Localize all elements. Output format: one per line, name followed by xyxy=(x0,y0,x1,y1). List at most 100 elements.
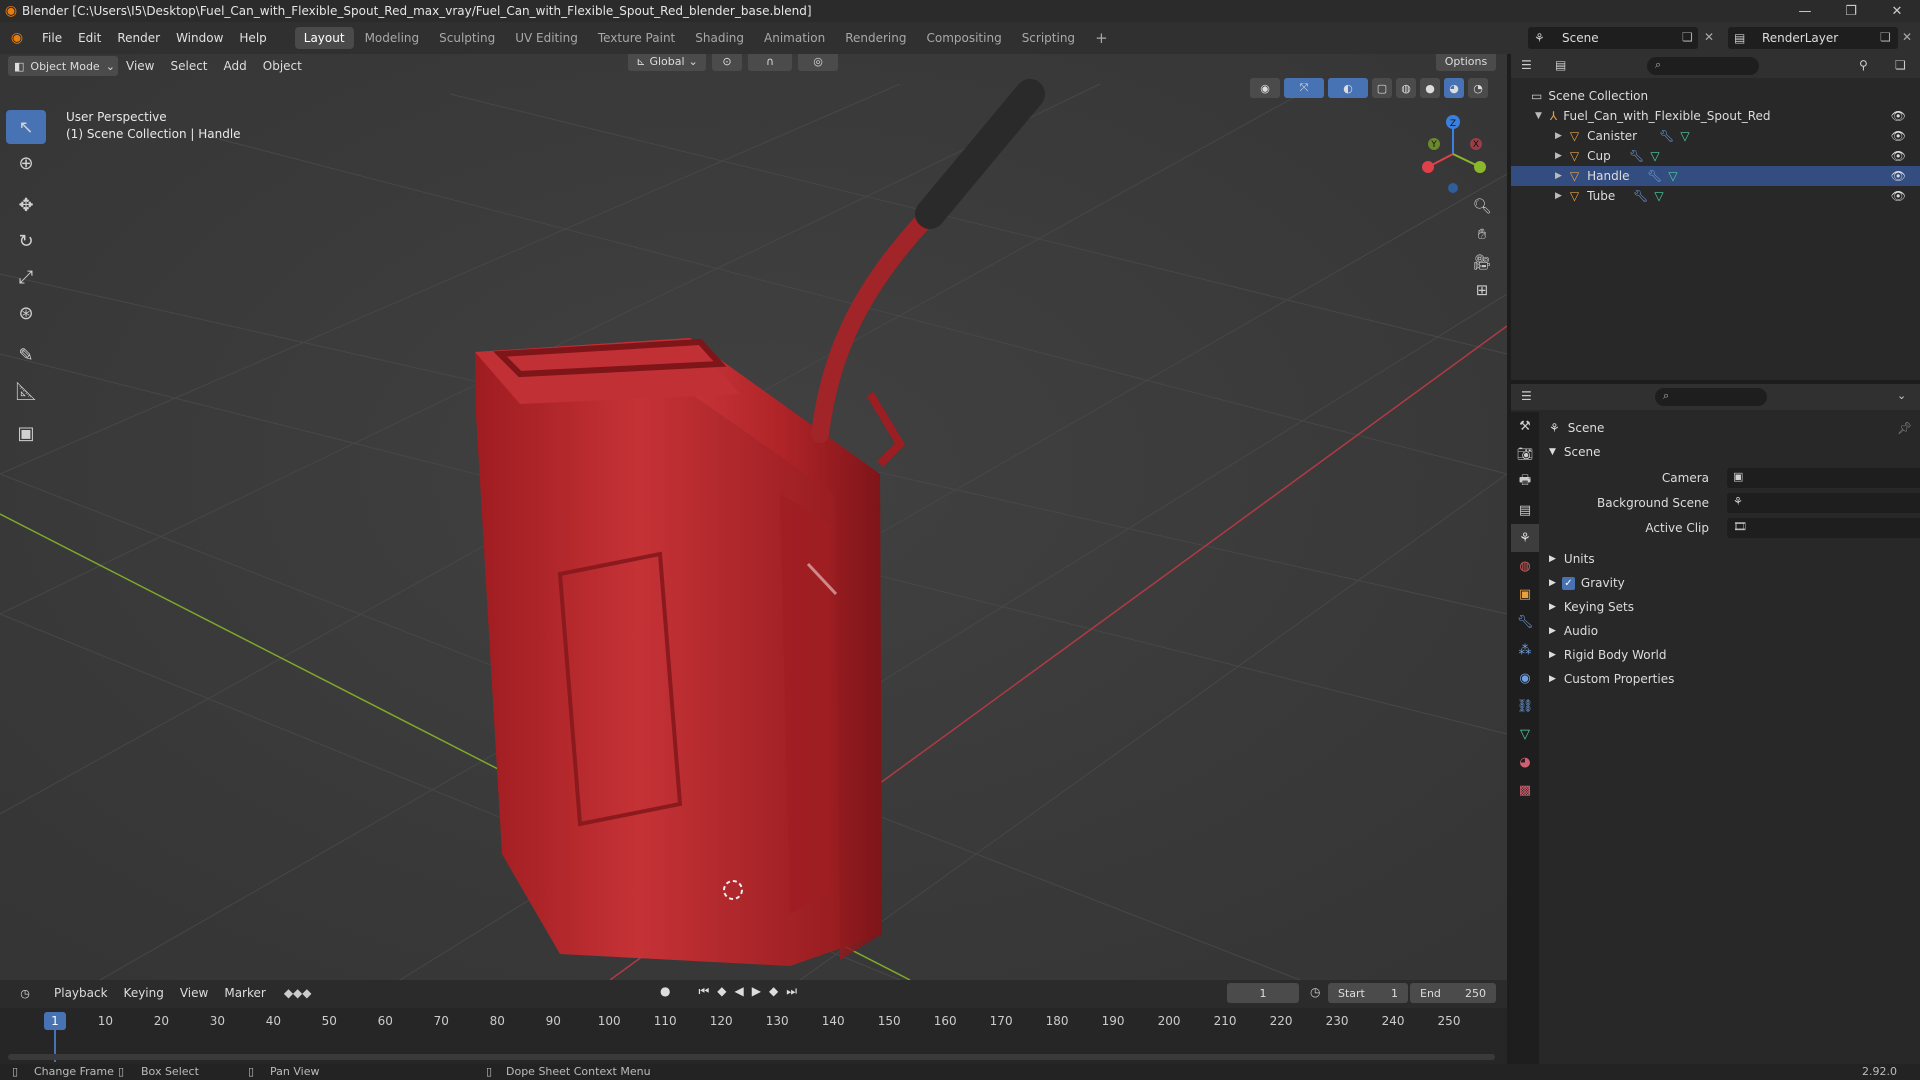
subpanel-audio[interactable]: ▶ Audio xyxy=(1549,621,1598,641)
stopwatch-icon[interactable]: ◷ xyxy=(1310,985,1320,999)
visibility-eye-icon[interactable]: 👁︎ xyxy=(1891,169,1906,183)
delete-scene-icon[interactable]: ✕ xyxy=(1704,30,1714,44)
scene-selector[interactable]: Scene xyxy=(1528,27,1698,49)
data-tab-icon[interactable]: ▽ xyxy=(1511,720,1539,748)
particles-tab-icon[interactable]: ⁂ xyxy=(1511,636,1539,664)
subpanel-rigid-body-world[interactable]: ▶ Rigid Body World xyxy=(1549,645,1666,665)
zoom-icon[interactable]: 🔍︎ xyxy=(1468,192,1496,220)
scene-tab-icon[interactable]: ⚘ xyxy=(1511,524,1539,552)
menu-help[interactable]: Help xyxy=(231,22,274,54)
solid-shading-icon[interactable]: ● xyxy=(1420,78,1440,98)
start-frame-field[interactable]: Start 1 xyxy=(1328,983,1408,1003)
subpanel-gravity[interactable]: ▶ ✓ Gravity xyxy=(1549,573,1625,593)
properties-editor-icon[interactable]: ☰ xyxy=(1521,389,1532,403)
background-scene-field[interactable]: ⚘ xyxy=(1727,493,1920,513)
xray-toggle-icon[interactable]: ▢ xyxy=(1372,78,1392,98)
timeline-area[interactable]: 1 10 20 30 40 50 60 70 80 90 100 110 120 130 140 150 160… xyxy=(0,1008,1507,1064)
new-scene-icon[interactable]: ❏ xyxy=(1682,30,1693,44)
outliner-row-tube[interactable]: ▶ ▽ Tube 🔧︎ ▽ 👁︎ xyxy=(1511,186,1920,206)
menu-edit[interactable]: Edit xyxy=(70,22,109,54)
tab-layout[interactable]: Layout xyxy=(294,27,354,49)
options-dropdown[interactable]: Options xyxy=(1436,54,1496,71)
subpanel-keying-sets[interactable]: ▶ Keying Sets xyxy=(1549,597,1634,617)
tab-uv-editing[interactable]: UV Editing xyxy=(506,27,587,49)
viewport-menu-object[interactable]: Object xyxy=(255,55,310,77)
render-tab-icon[interactable]: 📷︎ xyxy=(1511,440,1539,468)
new-collection-icon[interactable]: ❏ xyxy=(1895,58,1906,72)
chevron-down-icon[interactable]: ⌄ xyxy=(1897,389,1906,402)
tab-shading[interactable]: Shading xyxy=(686,27,753,49)
display-mode-icon[interactable]: ▤ xyxy=(1555,58,1566,72)
timeline-menu-keying[interactable]: Keying xyxy=(116,982,172,1004)
rotate-tool-icon[interactable]: ↻ xyxy=(6,224,46,258)
jump-end-icon[interactable]: ⏭ xyxy=(786,984,797,999)
visibility-eye-icon[interactable]: 👁︎ xyxy=(1891,189,1906,203)
timeline-menu-marker[interactable]: Marker xyxy=(216,982,273,1004)
expand-arrow-icon[interactable]: ▼ xyxy=(1535,111,1542,121)
prev-keyframe-icon[interactable]: ◆ xyxy=(717,984,726,999)
tab-compositing[interactable]: Compositing xyxy=(917,27,1010,49)
tab-scripting[interactable]: Scripting xyxy=(1013,27,1084,49)
material-tab-icon[interactable]: ◕ xyxy=(1511,748,1539,776)
close-button[interactable]: ✕ xyxy=(1874,0,1920,22)
expand-arrow-icon[interactable]: ▶ xyxy=(1555,191,1562,201)
overlay-toggle-icon[interactable]: ◐ xyxy=(1328,78,1368,98)
visibility-eye-icon[interactable]: 👁︎ xyxy=(1891,109,1906,123)
texture-tab-icon[interactable]: ▩ xyxy=(1511,776,1539,804)
outliner-row-handle[interactable]: ▶ ▽ Handle 🔧︎ ▽ 👁︎ xyxy=(1511,166,1920,186)
measure-tool-icon[interactable]: 📐︎ xyxy=(6,374,46,408)
outliner-editor-icon[interactable]: ☰ xyxy=(1521,58,1532,72)
next-keyframe-icon[interactable]: ◆ xyxy=(769,984,778,999)
play-reverse-icon[interactable]: ◀ xyxy=(735,984,744,999)
scene-panel-header[interactable]: ▼ Scene xyxy=(1549,442,1601,462)
add-cube-tool-icon[interactable]: ▣ xyxy=(6,416,46,450)
navigation-gizmo[interactable]: Z X Y xyxy=(1418,114,1488,194)
play-icon[interactable]: ▶ xyxy=(752,984,761,999)
viewport-menu-view[interactable]: View xyxy=(118,55,162,77)
gizmo-toggle-icon[interactable]: ⤧ xyxy=(1284,78,1324,98)
cursor-tool-icon[interactable]: ⊕ xyxy=(6,146,46,180)
keyframe-buttons-icon[interactable]: ◆◆◆ xyxy=(284,986,312,1000)
timeline-editor-icon[interactable]: ◷ xyxy=(10,983,40,1003)
delete-render-layer-icon[interactable]: ✕ xyxy=(1902,30,1912,44)
select-box-tool-icon[interactable]: ↖ xyxy=(6,110,46,144)
subpanel-custom-properties[interactable]: ▶ Custom Properties xyxy=(1549,669,1674,689)
visibility-eye-icon[interactable]: 👁︎ xyxy=(1891,149,1906,163)
world-tab-icon[interactable]: ◍ xyxy=(1511,552,1539,580)
active-clip-field[interactable]: 🎞︎ xyxy=(1727,518,1920,538)
menu-render[interactable]: Render xyxy=(109,22,168,54)
timeline-menu-playback[interactable]: Playback xyxy=(46,982,116,1004)
outliner-search-input[interactable]: ⌕ xyxy=(1647,57,1759,75)
tab-sculpting[interactable]: Sculpting xyxy=(430,27,504,49)
outliner-row-canister[interactable]: ▶ ▽ Canister 🔧︎ ▽ 👁︎ xyxy=(1511,126,1920,146)
subpanel-units[interactable]: ▶ Units xyxy=(1549,549,1595,569)
pin-icon[interactable]: 📌︎ xyxy=(1897,421,1912,435)
gravity-checkbox[interactable]: ✓ xyxy=(1561,576,1575,590)
annotate-tool-icon[interactable]: ✎ xyxy=(6,338,46,372)
end-frame-field[interactable]: End 250 xyxy=(1410,983,1496,1003)
move-tool-icon[interactable]: ✥ xyxy=(6,188,46,222)
new-render-layer-icon[interactable]: ❏ xyxy=(1880,30,1891,44)
outliner-row-collection[interactable]: ▼ ⅄ Fuel_Can_with_Flexible_Spout_Red 👁︎ xyxy=(1511,106,1920,126)
perspective-grid-icon[interactable]: ⊞ xyxy=(1468,276,1496,304)
render-layer-selector[interactable]: RenderLayer xyxy=(1728,27,1898,49)
object-tab-icon[interactable]: ▣ xyxy=(1511,580,1539,608)
properties-search-input[interactable]: ⌕ xyxy=(1655,388,1767,406)
camera-field[interactable]: ▣ ✎ xyxy=(1727,468,1920,488)
tool-tab-icon[interactable]: ⚒ xyxy=(1511,412,1539,440)
pan-hand-icon[interactable]: ✋︎ xyxy=(1468,220,1496,248)
filter-icon[interactable]: ⚲ xyxy=(1859,58,1868,72)
expand-arrow-icon[interactable]: ▶ xyxy=(1555,151,1562,161)
output-tab-icon[interactable]: 🖶︎ xyxy=(1511,468,1539,496)
modifier-tab-icon[interactable]: 🔧︎ xyxy=(1511,608,1539,636)
tab-modeling[interactable]: Modeling xyxy=(356,27,429,49)
proportional-edit-dropdown[interactable]: ◎ xyxy=(798,54,838,71)
material-shading-icon[interactable]: ◕ xyxy=(1444,78,1464,98)
expand-arrow-icon[interactable]: ▶ xyxy=(1555,171,1562,181)
record-icon[interactable]: ● xyxy=(660,984,670,999)
pivot-point-dropdown[interactable]: ⊙ xyxy=(712,54,742,71)
expand-arrow-icon[interactable]: ▶ xyxy=(1555,131,1562,141)
maximize-button[interactable]: ❐ xyxy=(1828,0,1874,22)
viewport-menu-add[interactable]: Add xyxy=(216,55,255,77)
blender-menu-icon[interactable]: ◉ xyxy=(0,30,34,46)
